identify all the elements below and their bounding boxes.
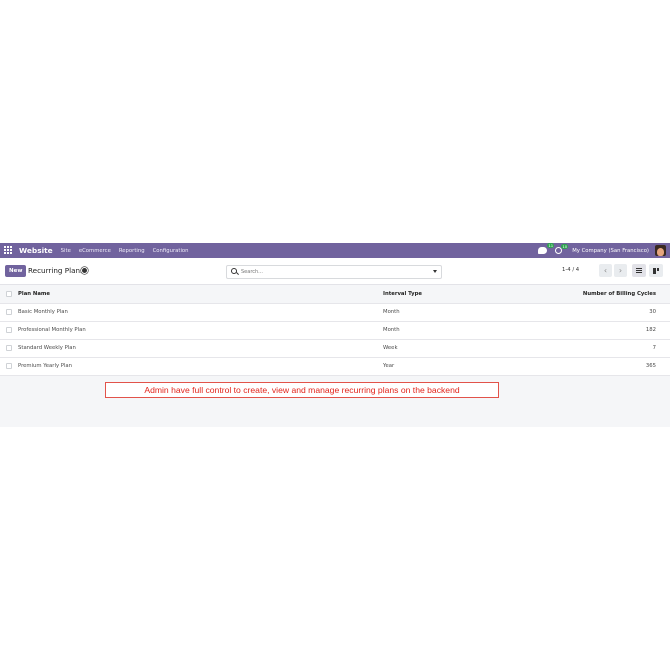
select-all-checkbox[interactable]: [6, 291, 12, 297]
breadcrumb-title: Recurring Plans: [28, 266, 84, 275]
top-navbar: Website Site eCommerce Reporting Configu…: [0, 243, 670, 258]
plan-name-cell: Basic Monthly Plan: [18, 309, 68, 315]
table-row[interactable]: Basic Monthly Plan Month 30: [0, 304, 670, 322]
interval-type-cell: Year: [383, 363, 395, 369]
activity-clock-icon[interactable]: 10: [555, 244, 569, 254]
kanban-view-icon: [653, 267, 659, 274]
column-interval-type[interactable]: Interval Type: [383, 291, 422, 297]
recurring-plans-table: Plan Name Interval Type Number of Billin…: [0, 286, 670, 376]
gear-icon[interactable]: [82, 268, 87, 273]
table-header: Plan Name Interval Type Number of Billin…: [0, 286, 670, 304]
pager-next-button[interactable]: ›: [614, 264, 627, 277]
menu-configuration[interactable]: Configuration: [153, 248, 189, 254]
column-billing-cycles[interactable]: Number of Billing Cycles: [583, 291, 656, 297]
search-input[interactable]: [241, 267, 421, 276]
user-avatar[interactable]: [655, 245, 666, 256]
list-view-icon: [636, 268, 642, 273]
pager-value[interactable]: 1-4 / 4: [562, 267, 579, 273]
search-options-caret-icon[interactable]: [433, 270, 437, 273]
billing-cycles-cell: 182: [645, 327, 656, 333]
interval-type-cell: Month: [383, 309, 400, 315]
control-panel: New Recurring Plans 1-4 / 4 ‹ ›: [0, 258, 670, 285]
annotation-callout: Admin have full control to create, view …: [105, 382, 499, 398]
kanban-view-button[interactable]: [649, 264, 663, 277]
pager-previous-button[interactable]: ‹: [599, 264, 612, 277]
app-brand[interactable]: Website: [19, 246, 53, 255]
chat-badge: 11: [547, 243, 555, 248]
billing-cycles-cell: 7: [652, 345, 656, 351]
plan-name-cell: Standard Weekly Plan: [18, 345, 76, 351]
chat-icon[interactable]: 11: [538, 243, 555, 254]
navbar-systray: 11 10 My Company (San Francisco): [538, 243, 666, 258]
odoo-app: Website Site eCommerce Reporting Configu…: [0, 243, 670, 427]
billing-cycles-cell: 30: [649, 309, 656, 315]
column-plan-name[interactable]: Plan Name: [18, 291, 50, 297]
menu-site[interactable]: Site: [61, 248, 71, 254]
table-row[interactable]: Premium Yearly Plan Year 365: [0, 358, 670, 376]
plan-name-cell: Premium Yearly Plan: [18, 363, 73, 369]
company-switcher[interactable]: My Company (San Francisco): [572, 248, 649, 254]
menu-ecommerce[interactable]: eCommerce: [79, 248, 111, 254]
search-bar[interactable]: [226, 265, 442, 279]
new-button[interactable]: New: [5, 265, 27, 277]
plan-name-cell: Professional Monthly Plan: [18, 327, 86, 333]
table-row[interactable]: Professional Monthly Plan Month 182: [0, 322, 670, 340]
apps-menu-icon[interactable]: [4, 246, 13, 255]
billing-cycles-cell: 365: [645, 363, 656, 369]
menu-reporting[interactable]: Reporting: [119, 248, 145, 254]
activity-badge: 10: [561, 244, 569, 249]
row-checkbox[interactable]: [6, 327, 12, 333]
interval-type-cell: Month: [383, 327, 400, 333]
table-row[interactable]: Standard Weekly Plan Week 7: [0, 340, 670, 358]
row-checkbox[interactable]: [6, 363, 12, 369]
row-checkbox[interactable]: [6, 345, 12, 351]
row-checkbox[interactable]: [6, 309, 12, 315]
interval-type-cell: Week: [383, 345, 398, 351]
search-icon: [231, 268, 237, 274]
list-view-button[interactable]: [632, 264, 646, 277]
